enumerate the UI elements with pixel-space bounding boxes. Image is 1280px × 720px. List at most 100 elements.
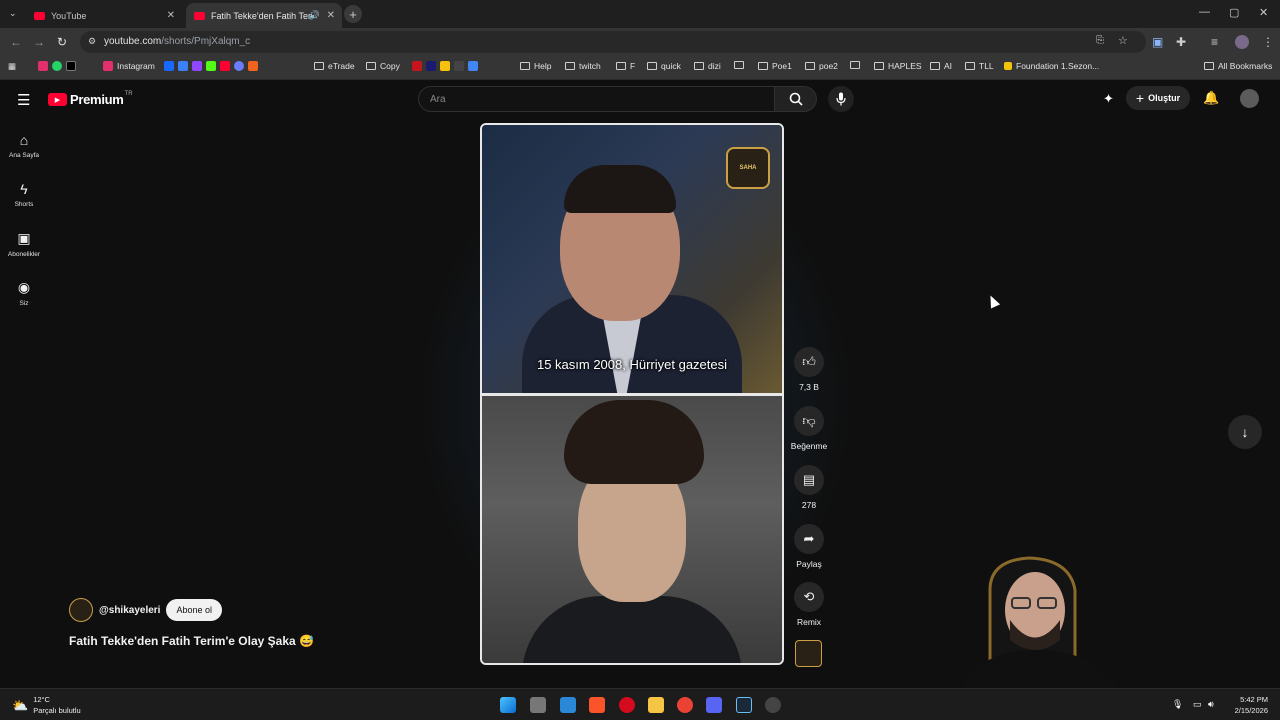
bookmark-help[interactable]: Help	[520, 61, 551, 71]
instagram-icon[interactable]	[38, 61, 48, 71]
star-icon[interactable]: ☆	[1118, 34, 1128, 47]
bookmark-folder[interactable]	[850, 61, 864, 69]
bookmark-f[interactable]: F	[616, 61, 635, 71]
bookmark-twitch[interactable]: twitch	[565, 61, 601, 71]
etsy-icon[interactable]	[248, 61, 258, 71]
sidebar-item-shorts[interactable]: ϟ Shorts	[0, 181, 48, 208]
display-tray-icon[interactable]: ▭	[1193, 699, 1202, 710]
app-icon[interactable]	[234, 61, 244, 71]
puzzle-icon[interactable]: ✚	[1176, 35, 1186, 49]
back-icon[interactable]: ←	[10, 35, 22, 49]
reload-icon[interactable]: ↻	[57, 35, 67, 49]
dislike-action[interactable]: 👎︎ Beğenme	[791, 406, 827, 451]
app-icon[interactable]	[426, 61, 436, 71]
tab-youtube[interactable]: YouTube ✕	[26, 3, 182, 28]
bookmark-haples[interactable]: HAPLES	[874, 61, 922, 71]
close-tab-icon[interactable]: ✕	[327, 10, 335, 21]
file-explorer-icon[interactable]	[648, 697, 664, 713]
maximize-button[interactable]: ▢	[1229, 6, 1239, 19]
comments-action[interactable]: ▤ 278	[792, 465, 826, 510]
windows-start-icon[interactable]	[500, 697, 516, 713]
translate-icon[interactable]	[468, 61, 478, 71]
apps-icon[interactable]: ▦	[8, 61, 16, 72]
audio-playing-icon[interactable]: 🔊	[309, 10, 320, 21]
chrome-icon[interactable]	[677, 697, 693, 713]
notifications-bell-icon[interactable]: 🔔	[1203, 90, 1219, 106]
remix-action[interactable]: ⟲ Remix	[792, 582, 826, 627]
bookmark-foundation[interactable]: Foundation 1.Sezon...	[1004, 61, 1099, 71]
steam-icon[interactable]	[736, 697, 752, 713]
like-button[interactable]: 👍︎	[794, 347, 824, 377]
tab-search-icon[interactable]: ⌄	[9, 8, 17, 19]
url-text[interactable]: youtube.com/shorts/PmjXalqm_c	[104, 36, 250, 47]
forward-icon[interactable]: →	[33, 35, 45, 49]
search-button[interactable]	[775, 86, 817, 112]
app-icon[interactable]	[765, 697, 781, 713]
bookmark-instagram[interactable]: Instagram	[103, 61, 155, 71]
kick-icon[interactable]	[206, 61, 216, 71]
bookmark-etrade[interactable]: eTrade	[314, 61, 355, 71]
extension-icon[interactable]: ▣	[1152, 35, 1163, 49]
bookmark-folder[interactable]	[734, 61, 748, 69]
like-action[interactable]: 👍︎ 7,3 B	[792, 347, 826, 392]
media-icon[interactable]: ≡	[1211, 35, 1218, 49]
app-icon[interactable]	[440, 61, 450, 71]
create-button[interactable]: + Oluştur	[1126, 86, 1190, 110]
remix-button[interactable]: ⟲	[794, 582, 824, 612]
voice-search-button[interactable]	[828, 86, 854, 112]
menu-icon[interactable]: ⋮	[1262, 35, 1274, 49]
next-video-button[interactable]: ↓	[1228, 415, 1262, 449]
account-avatar[interactable]	[1240, 89, 1259, 108]
bookmark-quick[interactable]: quick	[647, 61, 681, 71]
hamburger-menu-icon[interactable]: ☰	[17, 91, 30, 109]
bookmark-poe2[interactable]: poe2	[805, 61, 838, 71]
microphone-tray-icon[interactable]: 🎙︎	[1172, 699, 1183, 710]
shorts-video-player[interactable]: SAHA 15 kasım 2008, Hürriyet gazetesi	[480, 123, 784, 665]
behance-icon[interactable]	[164, 61, 174, 71]
twitch-icon[interactable]	[192, 61, 202, 71]
sound-source-thumbnail[interactable]	[795, 640, 822, 667]
opera-icon[interactable]	[619, 697, 635, 713]
tab-video[interactable]: Fatih Tekke'den Fatih Terim' 🔊 ✕	[186, 3, 342, 28]
sidebar-item-you[interactable]: ◉ Siz	[0, 279, 48, 307]
site-info-icon[interactable]: ⚙	[88, 36, 96, 47]
channel-avatar[interactable]	[69, 598, 93, 622]
bookmark-poe1[interactable]: Poe1	[758, 61, 792, 71]
close-tab-icon[interactable]: ✕	[167, 10, 175, 21]
discord-icon[interactable]	[706, 697, 722, 713]
clock[interactable]: 5:42 PM 2/15/2026	[1224, 694, 1268, 716]
comments-button[interactable]: ▤	[794, 465, 824, 495]
video-title[interactable]: Fatih Tekke'den Fatih Terim'e Olay Şaka …	[69, 634, 314, 648]
share-button[interactable]: ➦	[794, 524, 824, 554]
all-bookmarks[interactable]: All Bookmarks	[1204, 61, 1272, 71]
search-box[interactable]: Ara	[418, 86, 775, 112]
x-icon[interactable]	[66, 61, 76, 71]
bookmark-dizi[interactable]: dizi	[694, 61, 721, 71]
brave-icon[interactable]	[589, 697, 605, 713]
app-icon[interactable]	[412, 61, 422, 71]
app-icon[interactable]	[454, 61, 464, 71]
share-action[interactable]: ➦ Paylaş	[792, 524, 826, 569]
minimize-button[interactable]: —	[1199, 6, 1210, 18]
task-view-icon[interactable]	[530, 697, 546, 713]
bookmark-copy[interactable]: Copy	[366, 61, 400, 71]
new-tab-button[interactable]: +	[344, 5, 362, 23]
weather-widget[interactable]: ⛅ 12°C Parçalı bulutlu	[12, 694, 81, 716]
ai-sparkle-icon[interactable]: ✦	[1103, 91, 1114, 107]
bookmark-tll[interactable]: TLL	[965, 61, 994, 71]
dislike-button[interactable]: 👎︎	[794, 406, 824, 436]
todo-icon[interactable]	[560, 697, 576, 713]
youtube-icon[interactable]	[220, 61, 230, 71]
address-bar[interactable]: ⚙ youtube.com/shorts/PmjXalqm_c ⎘ ☆	[80, 31, 1146, 53]
sidebar-item-subscriptions[interactable]: ▣ Abonelikler	[0, 230, 48, 258]
youtube-logo[interactable]: ▶ Premium TR	[48, 91, 133, 107]
bookmark-ai[interactable]: AI	[930, 61, 952, 71]
whatsapp-icon[interactable]	[52, 61, 62, 71]
app-icon[interactable]	[178, 61, 188, 71]
install-icon[interactable]: ⎘	[1096, 35, 1104, 46]
profile-avatar[interactable]	[1235, 35, 1249, 49]
subscribe-button[interactable]: Abone ol	[166, 599, 222, 621]
volume-tray-icon[interactable]: 🔊︎	[1208, 699, 1214, 710]
close-window-button[interactable]: ✕	[1259, 6, 1268, 19]
channel-name[interactable]: @shikayeleri	[99, 605, 160, 616]
